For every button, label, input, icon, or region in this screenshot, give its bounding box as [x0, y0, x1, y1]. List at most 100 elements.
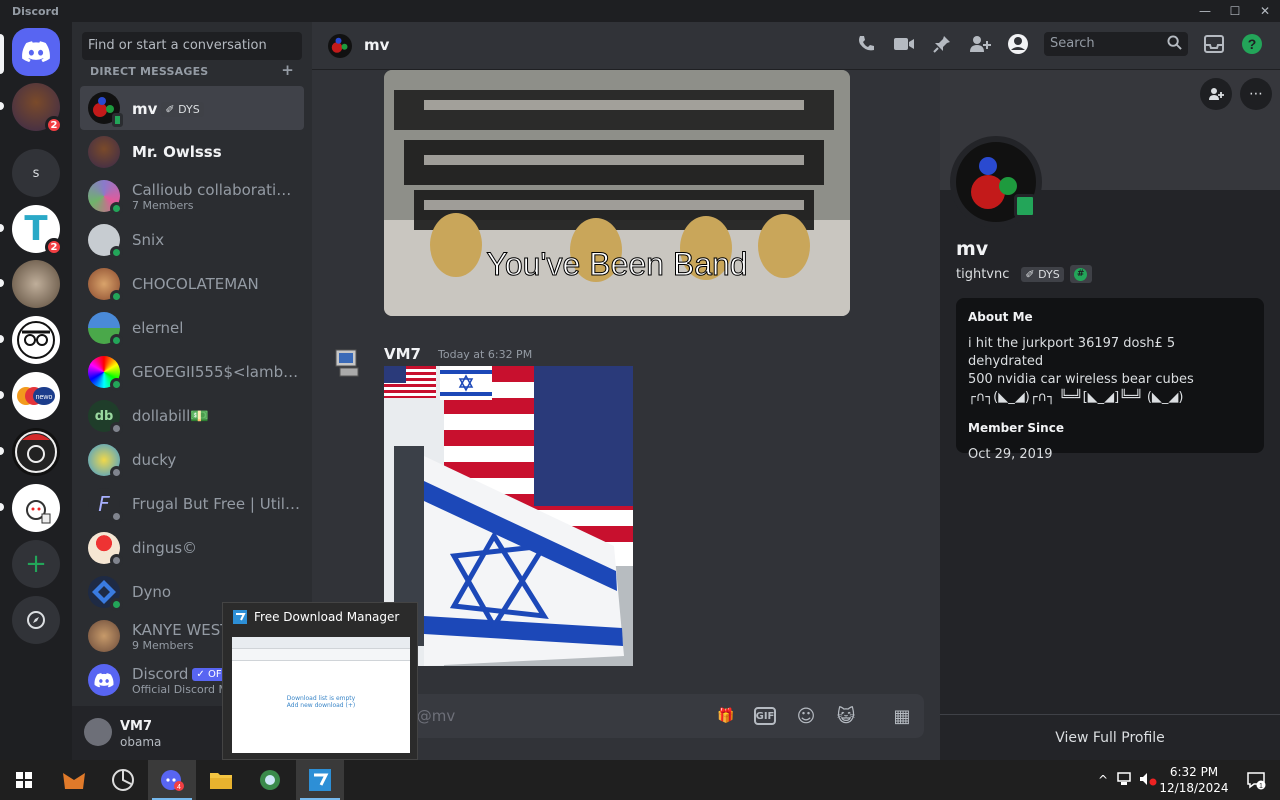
app-name: Discord: [12, 4, 59, 18]
dm-item[interactable]: CHOCOLATEMAN: [80, 262, 304, 306]
discord-icon: 4: [161, 770, 184, 791]
avatar[interactable]: [84, 718, 112, 746]
preview-thumbnail: Download list is empty Add new download …: [232, 637, 410, 753]
band-image[interactable]: You've Been Band: [384, 70, 850, 316]
svg-text:1: 1: [1259, 783, 1263, 790]
profile-username: tightvnc: [956, 266, 1010, 282]
view-full-profile-button[interactable]: View Full Profile: [940, 714, 1280, 760]
search-icon: [1167, 35, 1182, 54]
voice-call-icon[interactable]: [854, 32, 878, 56]
avatar: [88, 268, 123, 303]
gif-button[interactable]: GIF: [754, 707, 776, 725]
server-icon-t[interactable]: T 2: [12, 205, 63, 256]
dm-item[interactable]: Mr. Owlsss: [80, 130, 304, 174]
user-name: VM7: [120, 719, 153, 734]
avatar: [88, 312, 123, 347]
taskbar-discord[interactable]: 4: [148, 760, 196, 800]
taskbar-app-2[interactable]: [99, 760, 147, 800]
dm-header: DIRECT MESSAGES +: [90, 61, 294, 79]
avatar: [88, 532, 123, 567]
avatar: [88, 92, 123, 127]
window-controls: — ☐ ✕: [1190, 0, 1280, 22]
server-icon-5[interactable]: [12, 316, 60, 364]
chevron-up-icon[interactable]: ^: [1094, 773, 1112, 787]
message-timestamp: Today at 6:32 PM: [438, 348, 533, 361]
home-button[interactable]: [12, 28, 60, 76]
sticker-icon[interactable]: ☺: [794, 704, 818, 728]
taskbar-file-explorer[interactable]: [197, 760, 245, 800]
system-tray: ^: [1094, 760, 1160, 800]
network-icon[interactable]: [1112, 771, 1136, 789]
inbox-icon[interactable]: [1202, 32, 1226, 56]
gift-icon[interactable]: 🎁: [714, 704, 738, 728]
add-server-button[interactable]: +: [12, 540, 60, 588]
taskbar-preview-popup[interactable]: Free Download Manager Download list is e…: [222, 602, 418, 760]
dm-item[interactable]: Callioub collaborating... 7 Members: [80, 174, 304, 218]
profile-username-row: tightvnc ✐ DYS #: [956, 265, 1092, 283]
dm-item[interactable]: GEOEGII555$<lambd...: [80, 350, 304, 394]
windows-icon: [16, 772, 32, 788]
avatar: [88, 576, 123, 611]
server-tag: ✐ DYS: [1021, 266, 1064, 282]
dm-item[interactable]: F Frugal But Free | Utilit...: [80, 482, 304, 526]
message-author[interactable]: VM7: [384, 345, 421, 363]
server-icon-1[interactable]: 2: [12, 83, 63, 134]
emoji-icon[interactable]: 😺: [834, 704, 858, 728]
help-icon[interactable]: ?: [1240, 32, 1264, 56]
fdm-icon: [309, 769, 331, 791]
server-rail: 2 s T 2 newo +: [0, 22, 72, 760]
dm-item[interactable]: dingus©: [80, 526, 304, 570]
dm-item[interactable]: elernel: [80, 306, 304, 350]
explore-button[interactable]: [12, 596, 60, 644]
dm-item[interactable]: db dollabill💵: [80, 394, 304, 438]
verified-badge: ✓ OF: [192, 668, 226, 681]
dm-item-mv[interactable]: mv ✐ DYS: [80, 86, 304, 130]
notification-center-button[interactable]: 1: [1232, 760, 1280, 800]
windows-taskbar: 4 ^ 6:32 PM 12/18/2024 1: [0, 760, 1280, 800]
taskbar-app-5[interactable]: [246, 760, 294, 800]
taskbar-free-download-manager[interactable]: [296, 760, 344, 800]
pin-icon[interactable]: [930, 32, 954, 56]
maximize-button[interactable]: ☐: [1220, 0, 1250, 22]
avatar: [88, 224, 123, 259]
svg-text:newo: newo: [36, 394, 53, 401]
flag-image[interactable]: [384, 366, 633, 666]
image-caption: You've Been Band: [486, 246, 747, 282]
message-avatar[interactable]: [328, 344, 368, 384]
add-friends-icon[interactable]: [968, 32, 992, 56]
group-avatar: [88, 620, 120, 652]
thumb-empty-text: Download list is empty Add new download …: [286, 695, 356, 709]
close-button[interactable]: ✕: [1250, 0, 1280, 22]
hashtag-badge: #: [1069, 265, 1092, 283]
server-icon-4[interactable]: [12, 260, 60, 308]
chat-header: mv Search ?: [312, 22, 1280, 70]
dm-item[interactable]: Snix: [80, 218, 304, 262]
apps-icon[interactable]: ▦: [890, 704, 914, 728]
avatar: [88, 356, 123, 391]
header-search-input[interactable]: Search: [1044, 32, 1188, 56]
dm-search-input[interactable]: Find or start a conversation: [82, 32, 302, 60]
server-icon-8[interactable]: [12, 484, 60, 532]
dm-item[interactable]: ducky: [80, 438, 304, 482]
user-profile-icon[interactable]: [1006, 32, 1030, 56]
add-friend-button[interactable]: [1200, 78, 1232, 110]
server-icon-7[interactable]: [12, 428, 60, 476]
profile-name: mv: [956, 238, 989, 260]
mobile-status-icon: [112, 113, 123, 127]
about-title: About Me: [968, 310, 1033, 324]
create-dm-button[interactable]: +: [281, 63, 294, 78]
plus-icon: +: [25, 549, 47, 579]
video-call-icon[interactable]: [892, 32, 916, 56]
taskbar-clock[interactable]: 6:32 PM 12/18/2024: [1158, 764, 1230, 796]
server-icon-s[interactable]: s: [12, 149, 60, 197]
group-avatar: [88, 180, 123, 215]
more-options-button[interactable]: ⋯: [1240, 78, 1272, 110]
mobile-status-icon: [1014, 194, 1036, 218]
start-button[interactable]: [0, 760, 48, 800]
clock-time: 6:32 PM: [1169, 765, 1219, 779]
taskbar-app-1[interactable]: [50, 760, 98, 800]
volume-muted-icon[interactable]: [1136, 772, 1160, 789]
server-icon-newo[interactable]: newo: [12, 372, 60, 420]
minimize-button[interactable]: —: [1190, 0, 1220, 22]
notification-icon: 1: [1247, 772, 1266, 790]
